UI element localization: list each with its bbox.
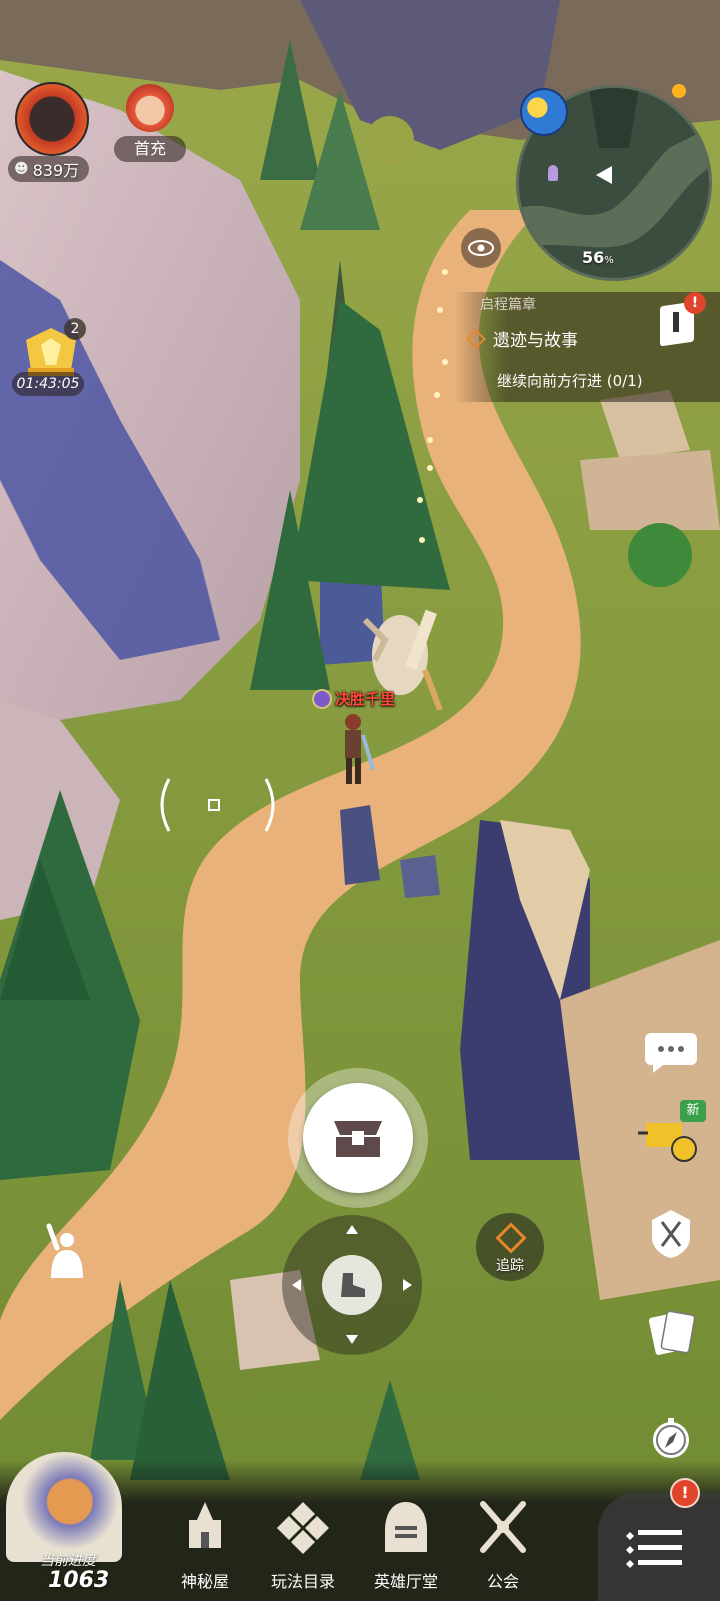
new-badge: 新 (680, 1100, 706, 1122)
minimap-sun-icon (672, 84, 686, 98)
nav-label: 英雄厅堂 (373, 1572, 438, 1591)
track-quest-button[interactable]: 追踪 (476, 1213, 544, 1281)
nav-label: 玩法目录 (270, 1572, 335, 1591)
eye-icon (468, 240, 494, 256)
player-avatar-button[interactable] (15, 82, 89, 156)
quest-book-button[interactable]: ! (656, 292, 706, 348)
track-diamond-icon (495, 1222, 527, 1254)
waving-figure-icon (46, 1223, 83, 1278)
first-recharge-character-icon (126, 84, 174, 132)
exclamation-mark-icon (673, 312, 679, 332)
nav-item-hero-hall[interactable]: 英雄厅堂 (356, 1500, 456, 1595)
minimap-explore-percent: 56 % (582, 248, 614, 267)
quest-objective: 继续向前方行进 (0/1) (497, 372, 643, 390)
joystick-knob[interactable] (322, 1255, 382, 1315)
arena-button[interactable] (643, 1205, 699, 1261)
nav-label: 神秘屋 (180, 1572, 229, 1591)
quest-diamond-icon (466, 329, 486, 349)
track-label: 追踪 (496, 1258, 524, 1274)
chat-button[interactable] (643, 1024, 699, 1080)
resource-value: 839万 (32, 161, 80, 180)
action-button-inner (303, 1083, 413, 1193)
nav-item-game-catalog[interactable]: 玩法目录 (258, 1500, 348, 1595)
compass-icon (653, 1418, 689, 1458)
player-character-sprite[interactable] (335, 710, 375, 790)
player-nameplate: 决胜千里 (312, 688, 395, 709)
main-menu-button[interactable]: ! (598, 1478, 720, 1601)
minimap-location-marker-icon (548, 165, 558, 181)
compass-button[interactable] (643, 1410, 699, 1466)
resource-counter[interactable]: ☻ 839万 (8, 156, 90, 182)
event-timer: 01:43:05 (12, 372, 84, 396)
day-night-icon[interactable] (520, 88, 568, 136)
joystick-left-arrow-icon (292, 1279, 301, 1291)
treasure-chest-icon (334, 1121, 382, 1157)
main-action-button[interactable] (288, 1068, 428, 1208)
crossed-swords-icon (480, 1501, 526, 1553)
nav-item-mystery-house[interactable]: 神秘屋 (160, 1500, 250, 1595)
first-recharge-label: 首充 (114, 136, 186, 162)
quest-alert-badge: ! (684, 292, 706, 314)
movement-joystick[interactable] (282, 1215, 422, 1355)
quest-chapter: 启程篇章 (480, 297, 536, 313)
knight-helmet-icon (385, 1502, 427, 1552)
joystick-up-arrow-icon (346, 1225, 358, 1234)
card-deck-icon (648, 1310, 696, 1355)
nav-label: 公会 (486, 1572, 519, 1591)
nav-item-guild[interactable]: 公会 (458, 1500, 548, 1595)
joystick-right-arrow-icon (403, 1279, 412, 1291)
event-reward-button[interactable]: 2 01:43:05 (12, 318, 87, 400)
minimap-player-arrow-icon (596, 166, 612, 184)
boot-icon (341, 1273, 365, 1297)
event-count-badge: 2 (64, 318, 86, 340)
joystick-down-arrow-icon (346, 1335, 358, 1344)
progress-card[interactable]: 当前进度 1063 (0, 1440, 128, 1601)
mystery-house-icon (189, 1502, 221, 1548)
progress-value: 1063 (48, 1568, 110, 1593)
diamond-grid-icon (277, 1502, 329, 1554)
chat-bubble-icon (645, 1033, 697, 1073)
first-recharge-button[interactable]: 首充 (112, 80, 188, 162)
target-reticle (155, 775, 280, 835)
merchant-cart-button[interactable]: 新 (634, 1100, 706, 1166)
guild-emblem-icon (312, 688, 332, 709)
progress-character-portrait (6, 1452, 122, 1562)
progress-label: 当前进度 (40, 1553, 96, 1569)
menu-lines-icon (626, 1530, 682, 1568)
cards-button[interactable] (643, 1304, 699, 1360)
quest-title: 遗迹与故事 (493, 331, 578, 351)
crossed-swords-shield-icon (652, 1210, 690, 1258)
footprint-icon: ☻ (14, 161, 29, 177)
player-name: 决胜千里 (335, 690, 396, 708)
menu-alert-badge: ! (670, 1478, 700, 1508)
emote-button[interactable] (35, 1222, 91, 1278)
eye-toggle-button[interactable] (461, 228, 501, 268)
